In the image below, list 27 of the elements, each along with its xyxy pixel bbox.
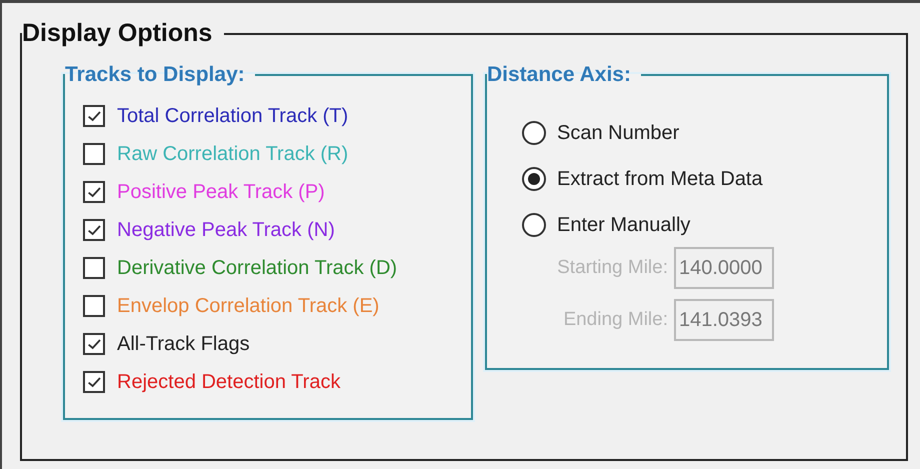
checkbox-label[interactable]: Raw Correlation Track (R) bbox=[117, 142, 348, 166]
checkbox[interactable] bbox=[83, 143, 105, 165]
checkbox[interactable] bbox=[83, 295, 105, 317]
group-title: Display Options bbox=[22, 19, 214, 48]
checkbox[interactable] bbox=[83, 219, 105, 241]
checkbox-label[interactable]: Negative Peak Track (N) bbox=[117, 218, 335, 242]
radio-button[interactable] bbox=[522, 213, 546, 237]
checkbox-label[interactable]: Derivative Correlation Track (D) bbox=[117, 256, 398, 280]
checkbox[interactable] bbox=[83, 181, 105, 203]
radio-button[interactable] bbox=[522, 121, 546, 145]
checkbox[interactable] bbox=[83, 257, 105, 279]
field-label: Starting Mile: bbox=[557, 257, 668, 279]
checkbox-label[interactable]: Total Correlation Track (T) bbox=[117, 104, 348, 128]
field-label: Ending Mile: bbox=[563, 309, 668, 331]
group-title: Tracks to Display: bbox=[65, 63, 246, 87]
radio-button[interactable] bbox=[522, 167, 546, 191]
checkbox-label[interactable]: All-Track Flags bbox=[117, 332, 250, 356]
group-title: Distance Axis: bbox=[487, 63, 632, 87]
checkbox[interactable] bbox=[83, 333, 105, 355]
radio-label[interactable]: Extract from Meta Data bbox=[557, 168, 763, 190]
checkbox-label[interactable]: Positive Peak Track (P) bbox=[117, 180, 325, 204]
checkbox-label[interactable]: Rejected Detection Track bbox=[117, 370, 340, 394]
checkbox[interactable] bbox=[83, 105, 105, 127]
radio-label[interactable]: Enter Manually bbox=[557, 214, 690, 236]
radio-label[interactable]: Scan Number bbox=[557, 122, 680, 144]
checkbox[interactable] bbox=[83, 371, 105, 393]
checkbox-label[interactable]: Envelop Correlation Track (E) bbox=[117, 294, 380, 318]
